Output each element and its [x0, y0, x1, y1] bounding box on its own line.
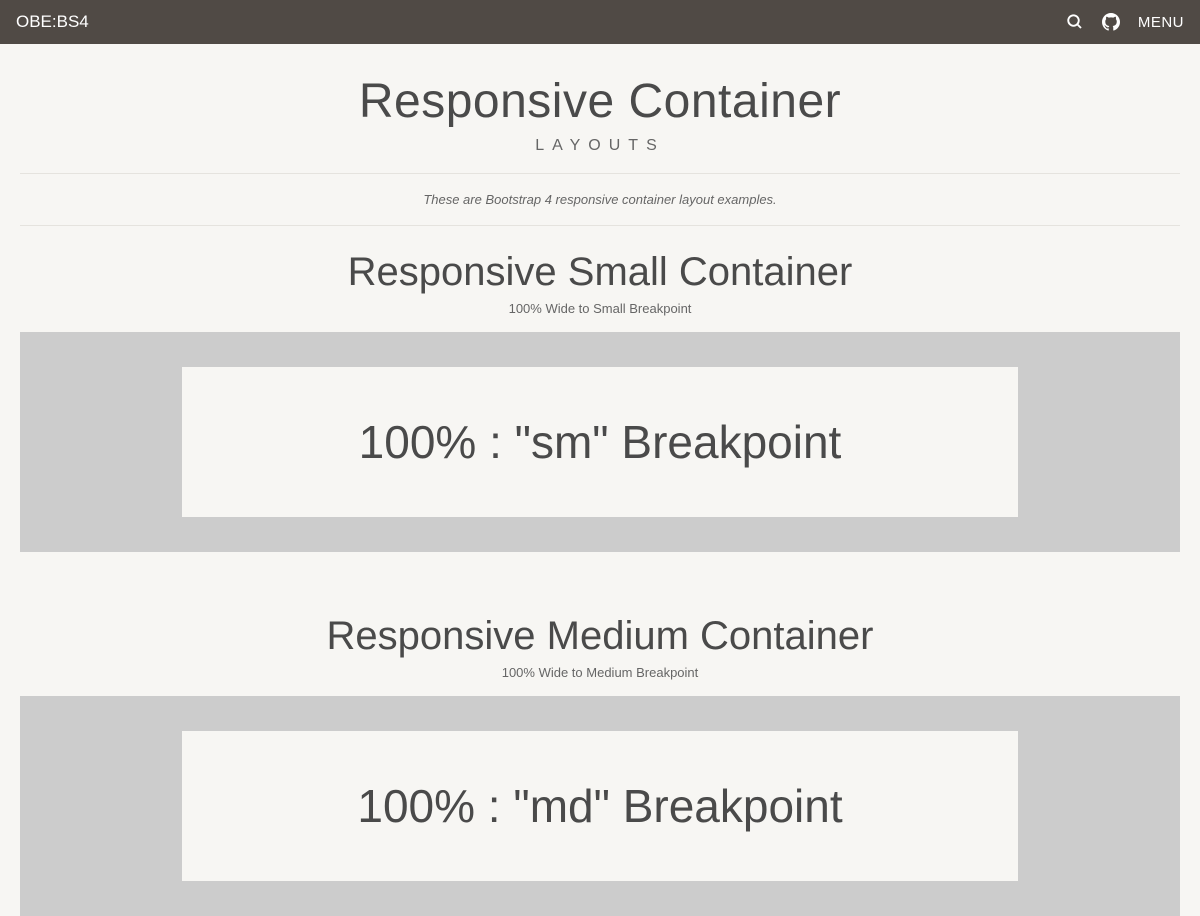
page-subtitle: LAYOUTS [10, 137, 1190, 155]
section-title: Responsive Small Container [10, 250, 1190, 295]
section-title: Responsive Medium Container [10, 614, 1190, 659]
example-text: 100% : "sm" Breakpoint [202, 415, 997, 469]
divider [20, 225, 1180, 226]
example-container-inner: 100% : "md" Breakpoint [182, 731, 1017, 881]
example-container-inner: 100% : "sm" Breakpoint [182, 367, 1017, 517]
navbar: OBE:BS4 MENU [0, 0, 1200, 44]
github-icon[interactable] [1102, 13, 1120, 31]
spacer [10, 552, 1190, 590]
navbar-right: MENU [1066, 13, 1184, 31]
menu-button[interactable]: MENU [1138, 14, 1184, 31]
example-text: 100% : "md" Breakpoint [202, 779, 997, 833]
page-content: Responsive Container LAYOUTS These are B… [0, 44, 1200, 916]
section-subtitle: 100% Wide to Small Breakpoint [10, 301, 1190, 316]
example-container-outer: 100% : "md" Breakpoint [20, 696, 1180, 916]
example-container-outer: 100% : "sm" Breakpoint [20, 332, 1180, 552]
page-title: Responsive Container [10, 74, 1190, 129]
navbar-brand[interactable]: OBE:BS4 [16, 12, 89, 32]
divider [20, 173, 1180, 174]
page-description: These are Bootstrap 4 responsive contain… [10, 192, 1190, 207]
search-icon[interactable] [1066, 13, 1084, 31]
